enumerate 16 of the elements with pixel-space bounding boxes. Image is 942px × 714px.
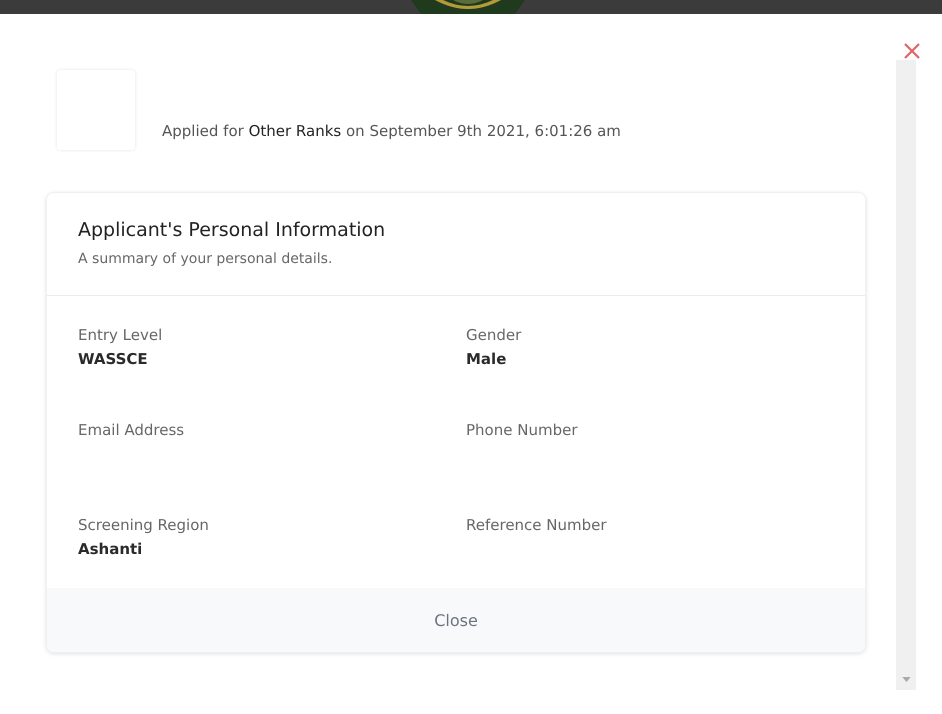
field-label: Screening Region — [78, 515, 210, 536]
close-button[interactable]: Close — [47, 588, 865, 652]
card-subtitle: A summary of your personal details. — [78, 250, 334, 269]
field-label: Gender — [466, 325, 522, 346]
field-label: Email Address — [78, 420, 186, 441]
field-value: Ashanti — [78, 539, 144, 560]
scrollbar-track[interactable] — [896, 60, 916, 690]
field-value: WASSCE — [78, 349, 149, 370]
scroll-down-icon[interactable] — [902, 677, 910, 682]
field-label: Entry Level — [78, 325, 164, 346]
field-label: Reference Number — [466, 515, 608, 536]
field-label: Phone Number — [466, 420, 578, 441]
field-value: Male — [466, 349, 508, 370]
card-title: Applicant's Personal Information — [78, 218, 386, 243]
application-summary: Applied for Other Ranks on September 9th 2021, 6:01:26 am — [162, 122, 621, 140]
close-icon[interactable] — [903, 42, 921, 60]
